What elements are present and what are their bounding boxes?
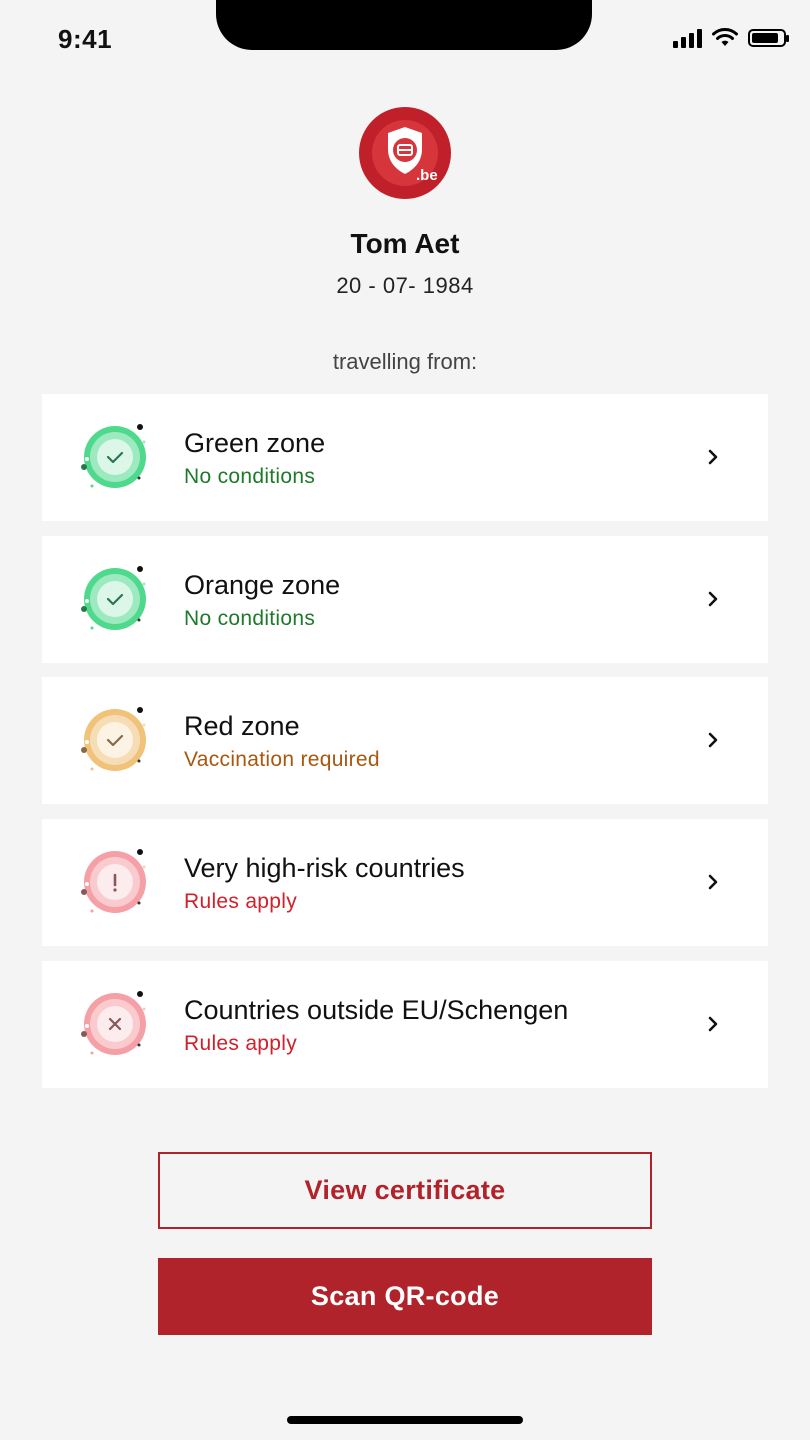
home-indicator — [287, 1416, 523, 1424]
view-certificate-button[interactable]: View certificate — [158, 1152, 652, 1229]
warning-status-icon — [78, 845, 152, 919]
battery-icon — [748, 29, 789, 47]
zone-card[interactable]: Orange zone No conditions — [42, 536, 768, 663]
logo-text: .be — [416, 167, 438, 184]
status-time: 9:41 — [58, 24, 113, 54]
check-status-icon — [78, 562, 152, 636]
scan-qr-code-button[interactable]: Scan QR-code — [158, 1258, 652, 1335]
zone-card[interactable]: Red zone Vaccination required — [42, 677, 768, 804]
app-logo: .be — [359, 107, 451, 199]
status-icons — [673, 28, 789, 48]
holder-dob: 20 - 07- 1984 — [336, 273, 474, 298]
zone-subtitle: No conditions — [184, 607, 316, 630]
cellular-signal-icon — [673, 28, 702, 48]
check-status-icon — [78, 703, 152, 777]
cross-status-icon — [78, 987, 152, 1061]
device-notch — [216, 0, 592, 50]
zone-title: Countries outside EU/Schengen — [184, 995, 569, 1025]
chevron-right-icon — [702, 729, 724, 751]
zone-card[interactable]: Countries outside EU/Schengen Rules apply — [42, 961, 768, 1088]
zone-card[interactable]: Very high-risk countries Rules apply — [42, 819, 768, 946]
chevron-right-icon — [702, 871, 724, 893]
check-status-icon — [78, 420, 152, 494]
zone-subtitle: Rules apply — [184, 1032, 298, 1055]
zone-title: Red zone — [184, 711, 300, 741]
zone-title: Green zone — [184, 428, 326, 458]
wifi-icon — [712, 28, 738, 46]
zone-title: Very high-risk countries — [184, 853, 465, 883]
chevron-right-icon — [702, 1013, 724, 1035]
zone-title: Orange zone — [184, 570, 341, 600]
zone-subtitle: Vaccination required — [184, 748, 380, 771]
battery-fill — [752, 33, 778, 43]
holder-name: Tom Aet — [350, 228, 460, 259]
zone-subtitle: No conditions — [184, 465, 316, 488]
chevron-right-icon — [702, 588, 724, 610]
zone-card[interactable]: Green zone No conditions — [42, 394, 768, 521]
status-bar: 9:41 — [0, 0, 810, 80]
zone-subtitle: Rules apply — [184, 890, 298, 913]
chevron-right-icon — [702, 446, 724, 468]
travelling-from-label: travelling from: — [332, 349, 478, 374]
